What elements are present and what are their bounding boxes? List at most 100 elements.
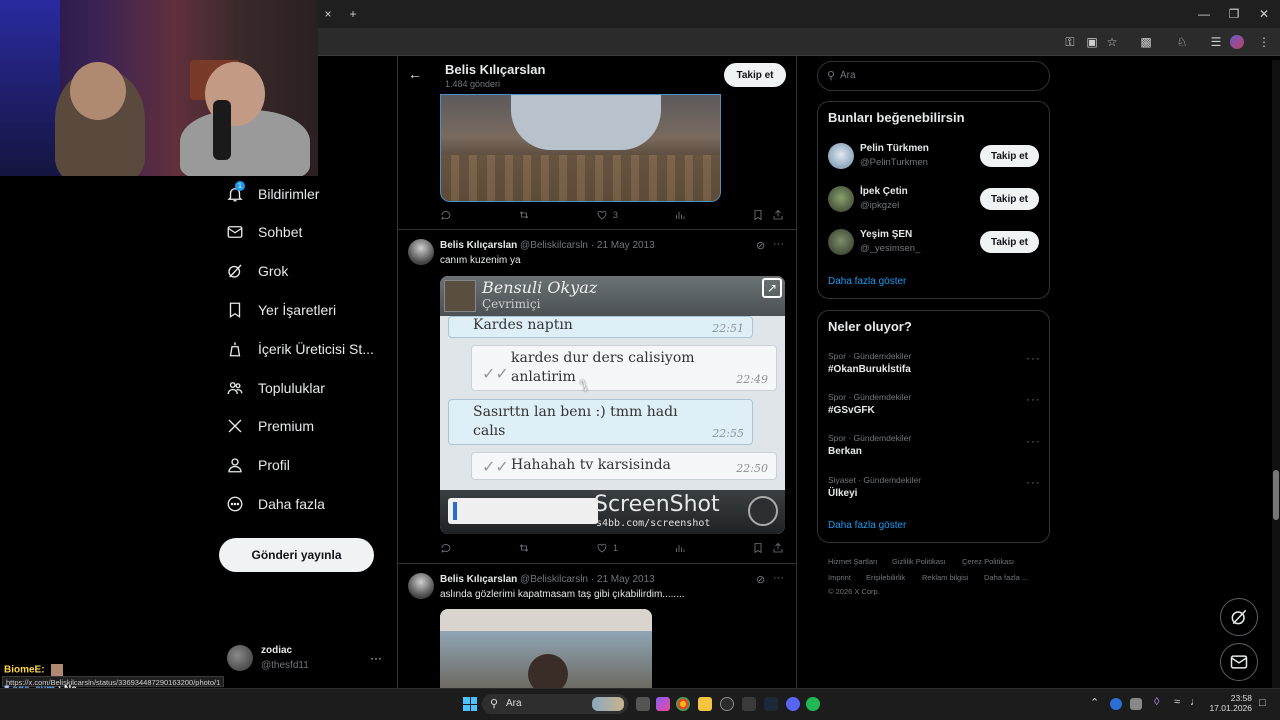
trend-more-icon[interactable]: ··· [1026, 475, 1041, 489]
nav-profile[interactable]: Profil [226, 451, 290, 479]
tray-app-icon[interactable] [1110, 698, 1122, 710]
chrome-icon[interactable] [676, 697, 690, 711]
grok-explain-icon[interactable]: ⊘ [756, 573, 765, 586]
tray-app-icon[interactable] [1130, 698, 1142, 710]
task-view-icon[interactable] [636, 697, 650, 711]
trend-name[interactable]: Berkan [828, 446, 862, 457]
tweet-date[interactable]: · 21 May 2013 [591, 240, 655, 251]
start-icon[interactable] [463, 697, 477, 711]
nav-notifications[interactable]: 1 Bildirimler [226, 180, 319, 208]
user-avatar[interactable] [828, 186, 854, 212]
footer-link[interactable]: Reklam bilgisi [922, 573, 968, 582]
trend-name[interactable]: #OkanBurukİstifa [828, 364, 911, 375]
tweet-author[interactable]: Belis Kılıçarslan [440, 574, 517, 585]
show-more-link[interactable]: Daha fazla göster [828, 520, 906, 531]
trend-more-icon[interactable]: ··· [1026, 351, 1041, 365]
spotify-icon[interactable] [806, 697, 820, 711]
app-icon[interactable] [656, 697, 670, 711]
tweet-more-icon[interactable]: ··· [773, 572, 784, 584]
reply-icon[interactable] [440, 542, 452, 554]
extension-pin-icon[interactable]: ♘ [1172, 32, 1192, 52]
tweet-author[interactable]: Belis Kılıçarslan [440, 240, 517, 251]
footer-link[interactable]: Daha fazla ... [984, 573, 1028, 582]
nav-more[interactable]: Daha fazla [226, 490, 325, 518]
footer-link[interactable]: Çerez Politikası [962, 557, 1014, 566]
like-button[interactable]: 3 [596, 209, 618, 221]
show-more-link[interactable]: Daha fazla göster [828, 276, 906, 287]
tweet-avatar[interactable] [408, 239, 434, 265]
taskbar-clock[interactable]: 23:58 17.01.2026 [1206, 693, 1252, 713]
follow-button[interactable]: Takip et [980, 188, 1039, 210]
notification-center-icon[interactable]: □ [1259, 697, 1266, 709]
grok-fab[interactable] [1220, 598, 1258, 636]
nav-communities[interactable]: Topluluklar [226, 374, 325, 402]
tweet-more-icon[interactable]: ··· [773, 238, 784, 250]
expand-icon[interactable]: ↗ [762, 278, 782, 298]
extensions-icon[interactable]: ▩ [1136, 32, 1156, 52]
password-key-icon[interactable]: ⚿ [1060, 32, 1080, 52]
nav-creator-studio[interactable]: İçerik Üreticisi St... [226, 335, 374, 363]
volume-icon[interactable]: ♩ [1190, 696, 1201, 708]
discord-icon[interactable] [786, 697, 800, 711]
follow-button[interactable]: Takip et [980, 145, 1039, 167]
user-name[interactable]: Yeşim ŞEN [860, 229, 912, 240]
restore-icon[interactable]: ❐ [1222, 4, 1246, 24]
bookmark-action-icon[interactable] [752, 209, 764, 221]
file-explorer-icon[interactable] [698, 697, 712, 711]
messages-fab[interactable] [1220, 643, 1258, 681]
minimize-icon[interactable]: — [1192, 4, 1216, 24]
user-handle[interactable]: @_yesimsen_ [860, 243, 920, 254]
account-avatar[interactable] [227, 645, 253, 671]
close-window-icon[interactable]: ✕ [1252, 4, 1276, 24]
new-tab-button[interactable]: + [343, 4, 363, 24]
nav-grok[interactable]: Grok [226, 257, 288, 285]
share-icon[interactable] [772, 542, 784, 554]
footer-link[interactable]: Gizlilik Politikası [892, 557, 946, 566]
scrollbar-thumb[interactable] [1273, 470, 1279, 520]
nav-bookmarks[interactable]: Yer İşaretleri [226, 296, 336, 324]
user-avatar[interactable] [828, 143, 854, 169]
retweet-icon[interactable] [518, 209, 530, 221]
tweet-handle[interactable]: @Beliskilcarsln [520, 240, 588, 251]
trend-more-icon[interactable]: ··· [1026, 434, 1041, 448]
search-box[interactable]: ⚲ Ara [817, 61, 1050, 91]
trend-more-icon[interactable]: ··· [1026, 392, 1041, 406]
footer-link[interactable]: Erişilebilirlik [866, 573, 905, 582]
taskbar-search[interactable]: ⚲ Ara [482, 694, 628, 714]
install-app-icon[interactable]: ▣ [1082, 32, 1102, 52]
trend-name[interactable]: Ülkeyi [828, 488, 857, 499]
share-icon[interactable] [772, 209, 784, 221]
footer-link[interactable]: Hizmet Şartları [828, 557, 878, 566]
browser-menu-icon[interactable]: ⋮ [1254, 32, 1274, 52]
account-menu-icon[interactable]: ··· [370, 651, 382, 665]
retweet-icon[interactable] [518, 542, 530, 554]
obs-icon[interactable] [720, 697, 734, 711]
views-icon[interactable] [674, 542, 686, 554]
media-control-icon[interactable]: ☰ [1206, 32, 1226, 52]
views-icon[interactable] [674, 209, 686, 221]
user-handle[interactable]: @ipkgzel [860, 200, 899, 211]
grok-explain-icon[interactable]: ⊘ [756, 239, 765, 252]
nav-chat[interactable]: Sohbet [226, 218, 302, 246]
like-button[interactable]: 1 [596, 542, 618, 554]
app-icon[interactable] [742, 697, 756, 711]
user-handle[interactable]: @PelinTurkmen [860, 157, 928, 168]
tweet-handle[interactable]: @Beliskilcarsln [520, 574, 588, 585]
tweet-image[interactable]: Bensuli Okyaz Çevrimiçi ↗ Kardes naptın … [440, 276, 785, 534]
bookmark-star-icon[interactable]: ☆ [1102, 32, 1122, 52]
reply-icon[interactable] [440, 209, 452, 221]
user-name[interactable]: Pelin Türkmen [860, 143, 929, 154]
bookmark-action-icon[interactable] [752, 542, 764, 554]
tweet-image[interactable] [440, 94, 721, 202]
follow-button[interactable]: Takip et [980, 231, 1039, 253]
trend-name[interactable]: #GSvGFK [828, 405, 875, 416]
tweet-date[interactable]: · 21 May 2013 [591, 574, 655, 585]
user-avatar[interactable] [828, 229, 854, 255]
follow-button[interactable]: Takip et [724, 63, 786, 87]
footer-link[interactable]: Imprint [828, 573, 851, 582]
steam-icon[interactable] [764, 697, 778, 711]
microphone-icon[interactable]: ◊ [1154, 696, 1159, 708]
back-arrow-icon[interactable]: ← [408, 66, 422, 82]
profile-avatar-icon[interactable] [1230, 35, 1244, 49]
close-tab-button[interactable]: × [318, 4, 338, 24]
